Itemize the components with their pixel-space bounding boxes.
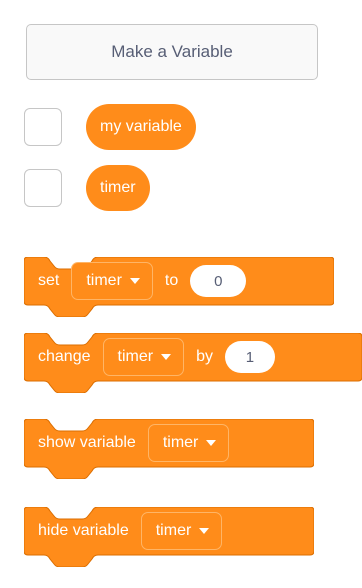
hide-variable-label: hide variable: [38, 522, 129, 539]
show-variable-dropdown[interactable]: timer: [147, 424, 230, 462]
variable-row-timer: timer: [24, 165, 150, 211]
dropdown-arrow-icon: [129, 278, 140, 284]
change-value-input[interactable]: 1: [224, 341, 275, 373]
dropdown-arrow-icon: [206, 440, 217, 446]
change-by-label: by: [196, 348, 213, 365]
dropdown-arrow-icon: [199, 528, 210, 534]
set-value-input[interactable]: 0: [190, 265, 247, 297]
hide-variable-block[interactable]: hide variable timer: [24, 507, 314, 567]
show-dropdown-value: timer: [162, 434, 199, 451]
change-dropdown-value: timer: [117, 348, 154, 365]
set-variable-block[interactable]: set timer to 0: [24, 257, 334, 317]
set-dropdown-value: timer: [86, 272, 122, 289]
change-label: change: [38, 348, 91, 365]
show-my-variable-checkbox[interactable]: [24, 108, 62, 146]
show-timer-checkbox[interactable]: [24, 169, 62, 207]
set-block-content: set timer to 0: [24, 257, 247, 305]
show-block-content: show variable timer: [24, 419, 241, 467]
change-variable-block[interactable]: change timer by 1: [24, 333, 362, 393]
make-a-variable-button[interactable]: Make a Variable: [26, 24, 318, 80]
hide-block-content: hide variable timer: [24, 507, 234, 555]
dropdown-arrow-icon: [161, 354, 172, 360]
variables-palette: Make a Variable my variable timer set ti…: [0, 0, 362, 588]
change-variable-dropdown[interactable]: timer: [102, 338, 185, 376]
variable-row-my-variable: my variable: [24, 104, 196, 150]
set-label: set: [38, 272, 60, 289]
set-to-label: to: [164, 272, 179, 289]
hide-dropdown-value: timer: [155, 522, 192, 539]
hide-variable-dropdown[interactable]: timer: [140, 512, 223, 550]
set-variable-dropdown[interactable]: timer: [71, 262, 153, 300]
show-variable-block[interactable]: show variable timer: [24, 419, 314, 479]
my-variable-reporter[interactable]: my variable: [86, 104, 196, 150]
change-block-content: change timer by 1: [24, 333, 275, 381]
timer-reporter[interactable]: timer: [86, 165, 150, 211]
show-variable-label: show variable: [38, 434, 136, 451]
